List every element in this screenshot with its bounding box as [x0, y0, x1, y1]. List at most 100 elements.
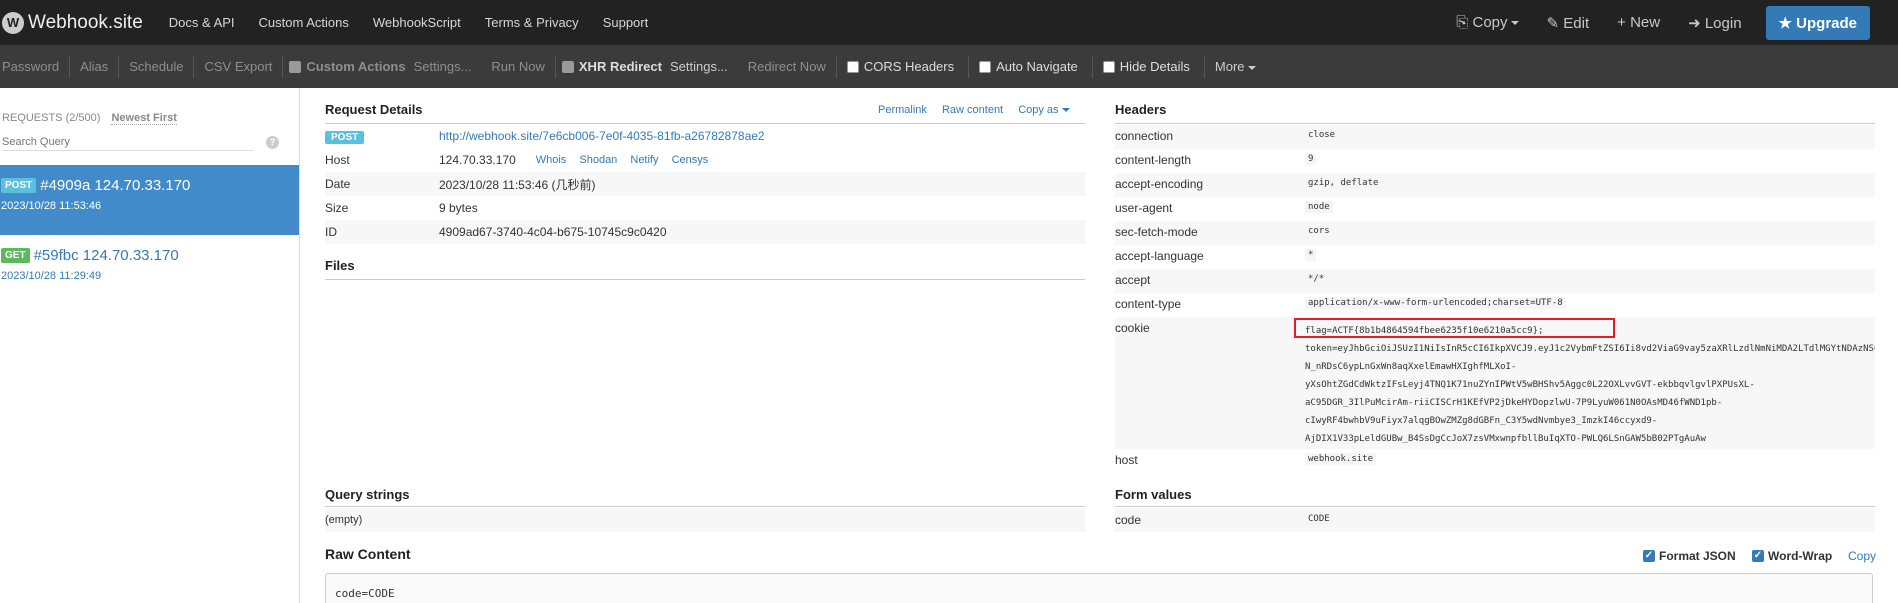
date-value: 2023/10/28 11:53:46 (几秒前) — [439, 177, 596, 192]
schedule-button[interactable]: Schedule — [129, 59, 183, 74]
toolbar-divider — [193, 55, 195, 78]
header-key: content-length — [1115, 153, 1192, 167]
request-date: 2023/10/28 11:53:46 — [1, 200, 102, 212]
toolbar-divider — [968, 55, 970, 78]
brand-name: Webhook.site — [28, 11, 143, 33]
header-value: * — [1305, 249, 1317, 261]
cors-headers-toggle[interactable]: CORS Headers — [846, 59, 954, 74]
caret-down-icon — [1061, 108, 1070, 113]
xhr-redirect-settings[interactable]: Settings... — [670, 59, 728, 74]
form-key: code — [1115, 513, 1142, 527]
search-query-input[interactable] — [2, 133, 254, 151]
netify-link[interactable]: Netify — [630, 154, 658, 166]
hide-details-toggle[interactable]: Hide Details — [1102, 59, 1190, 74]
raw-content-box[interactable]: code=CODE — [325, 573, 1873, 603]
raw-content-link[interactable]: Raw content — [942, 104, 1003, 116]
id-value: 4909ad67-3740-4c04-b675-10745c9c0420 — [439, 225, 667, 239]
toolbar-divider — [554, 55, 556, 78]
webhook-url-link[interactable]: http://webhook.site/7e6cb006-7e0f-4035-8… — [439, 129, 765, 143]
webhook-logo-icon: W — [2, 11, 24, 34]
details-actions: Permalink Raw content Copy as — [878, 104, 1070, 116]
nav-support[interactable]: Support — [603, 15, 649, 30]
copy-raw-button[interactable]: Copy — [1848, 549, 1876, 563]
request-date: 2023/10/28 11:29:49 — [1, 270, 102, 282]
size-label: Size — [325, 201, 349, 215]
format-json-toggle[interactable]: ✓ Format JSON — [1643, 549, 1736, 563]
toolbar-divider — [1091, 55, 1093, 78]
edit-icon: ✎ — [1546, 14, 1560, 32]
custom-actions-toggle[interactable]: Custom Actions — [289, 59, 406, 74]
nav-webhookscript[interactable]: WebhookScript — [373, 15, 461, 30]
request-item[interactable]: POST #4909a 124.70.33.170 2023/10/28 11:… — [0, 165, 299, 235]
request-title: #4909a 124.70.33.170 — [40, 177, 191, 194]
checkbox — [289, 60, 302, 73]
header-key: host — [1115, 453, 1138, 467]
sort-newest-first[interactable]: Newest First — [111, 112, 177, 125]
action-toolbar: Password Alias Schedule CSV Export Custo… — [0, 45, 1898, 88]
detail-row-id: ID 4909ad67-3740-4c04-b675-10745c9c0420 — [325, 220, 667, 244]
custom-actions-settings[interactable]: Settings... — [414, 59, 472, 74]
star-icon: ★ — [1778, 14, 1792, 32]
checkbox — [846, 60, 859, 73]
login-label: Login — [1704, 14, 1742, 32]
copy-label: Copy — [1472, 14, 1508, 31]
edit-button[interactable]: ✎ Edit — [1547, 14, 1590, 32]
edit-label: Edit — [1563, 14, 1590, 32]
upgrade-label: Upgrade — [1796, 14, 1857, 32]
row-stripe — [325, 508, 1085, 532]
header-key: accept-encoding — [1115, 177, 1204, 191]
nav-docs-api[interactable]: Docs & API — [169, 15, 235, 30]
copy-as-menu[interactable]: Copy as — [1018, 104, 1070, 116]
more-menu-button[interactable]: More — [1215, 59, 1256, 74]
auto-navigate-toggle[interactable]: Auto Navigate — [979, 59, 1078, 74]
form-value: CODE — [1305, 513, 1333, 525]
request-item[interactable]: GET #59fbc 124.70.33.170 2023/10/28 11:2… — [0, 235, 299, 305]
permalink-link[interactable]: Permalink — [878, 104, 927, 116]
cookie-line: token=eyJhbGciOiJSUzI1NiIsInR5cCI6IkpXVC… — [1305, 344, 1875, 354]
upgrade-button[interactable]: ★ Upgrade — [1765, 5, 1870, 40]
redirect-now-button[interactable]: Redirect Now — [748, 59, 826, 74]
host-value: 124.70.33.170 — [439, 153, 516, 167]
detail-row-date: Date 2023/10/28 11:53:46 (几秒前) — [325, 172, 596, 196]
header-key: content-type — [1115, 297, 1182, 311]
checkbox — [979, 60, 992, 73]
header-key: sec-fetch-mode — [1115, 225, 1198, 239]
header-key: accept-language — [1115, 249, 1204, 263]
password-button[interactable]: Password — [2, 59, 59, 74]
whois-link[interactable]: Whois — [536, 154, 567, 166]
method-badge: GET — [1, 248, 30, 263]
header-value: close — [1305, 129, 1339, 141]
detail-row-url: POST — [325, 125, 365, 149]
request-details-title: Request Details — [325, 102, 423, 117]
caret-down-icon — [1510, 21, 1519, 26]
navbar-right: ⎘ Copy ✎ Edit + New ➜ Login ★ Upgrade — [1442, 0, 1870, 45]
row-stripe — [1115, 269, 1875, 293]
ip-lookup-links: Whois Shodan Netify Censys — [536, 154, 719, 166]
brand[interactable]: W Webhook.site — [0, 11, 143, 34]
shodan-link[interactable]: Shodan — [579, 154, 617, 166]
xhr-redirect-toggle[interactable]: XHR Redirect — [561, 59, 662, 74]
top-navbar: W Webhook.site Docs & API Custom Actions… — [0, 0, 1898, 45]
headers-title: Headers — [1115, 102, 1167, 117]
detail-row-size: Size 9 bytes — [325, 196, 478, 220]
nav-custom-actions[interactable]: Custom Actions — [259, 15, 349, 30]
custom-actions-label: Custom Actions — [306, 59, 406, 74]
form-values-title: Form values — [1115, 487, 1192, 502]
word-wrap-toggle[interactable]: ✓ Word-Wrap — [1752, 549, 1832, 563]
header-key: accept — [1115, 273, 1151, 287]
nav-terms-privacy[interactable]: Terms & Privacy — [485, 15, 579, 30]
csv-export-button[interactable]: CSV Export — [204, 59, 272, 74]
login-button[interactable]: ➜ Login — [1688, 14, 1741, 32]
censys-link[interactable]: Censys — [672, 154, 709, 166]
run-now-button[interactable]: Run Now — [491, 59, 544, 74]
divider — [325, 506, 1085, 507]
size-value: 9 bytes — [439, 201, 478, 215]
alias-button[interactable]: Alias — [80, 59, 108, 74]
help-icon[interactable]: ? — [266, 136, 279, 149]
requests-count: REQUESTS (2/500) — [2, 112, 101, 124]
method-badge: POST — [1, 178, 37, 193]
new-button[interactable]: + New — [1617, 14, 1660, 31]
divider — [1115, 506, 1875, 507]
copy-icon: ⎘ — [1456, 14, 1469, 31]
copy-menu-button[interactable]: ⎘ Copy — [1456, 14, 1519, 31]
